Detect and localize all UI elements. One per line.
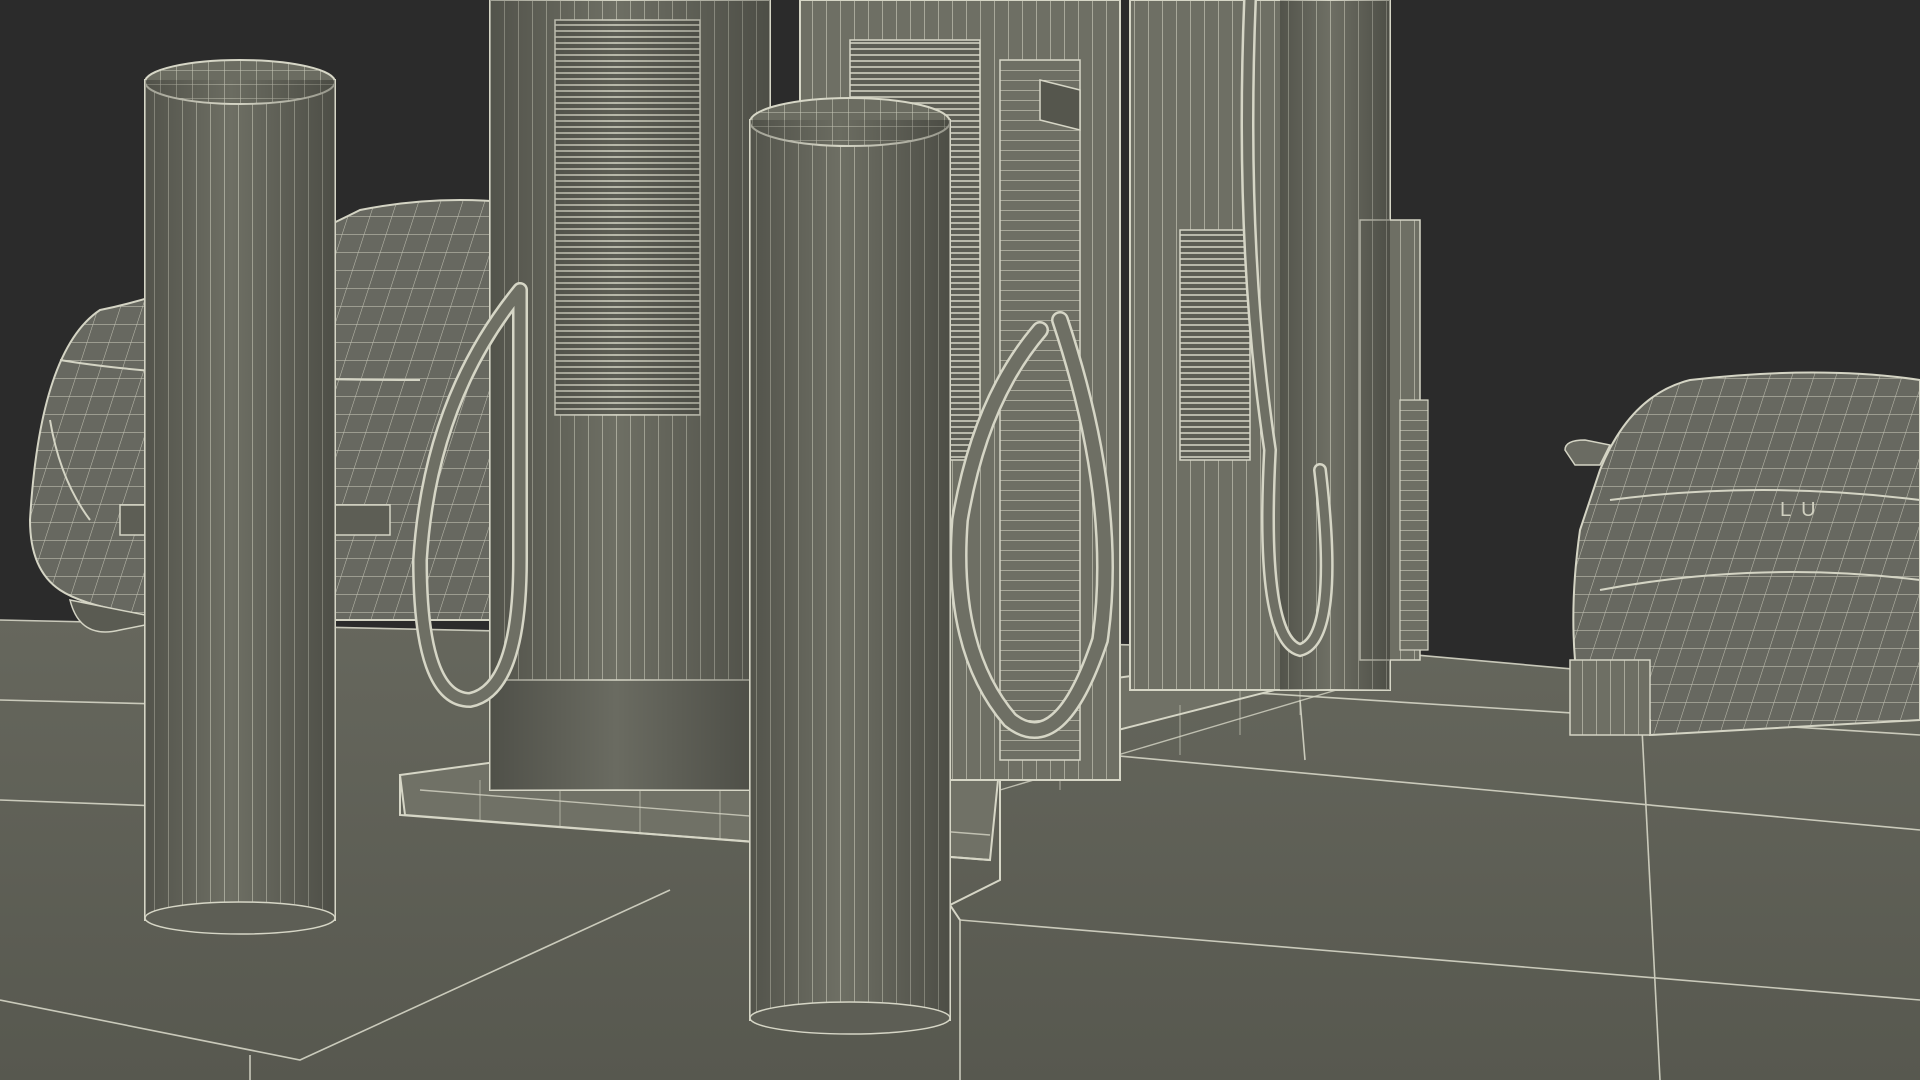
charger-pedestal-right (1129, 0, 1429, 691)
car-rear-lettering: LU (1780, 499, 1826, 521)
wireframe-render-scene: LU (0, 0, 1920, 1080)
wireframe-render: LU (0, 0, 1920, 1080)
bollard (144, 59, 336, 935)
bollard (749, 97, 951, 1035)
charger-pedestal-left (489, 0, 771, 791)
